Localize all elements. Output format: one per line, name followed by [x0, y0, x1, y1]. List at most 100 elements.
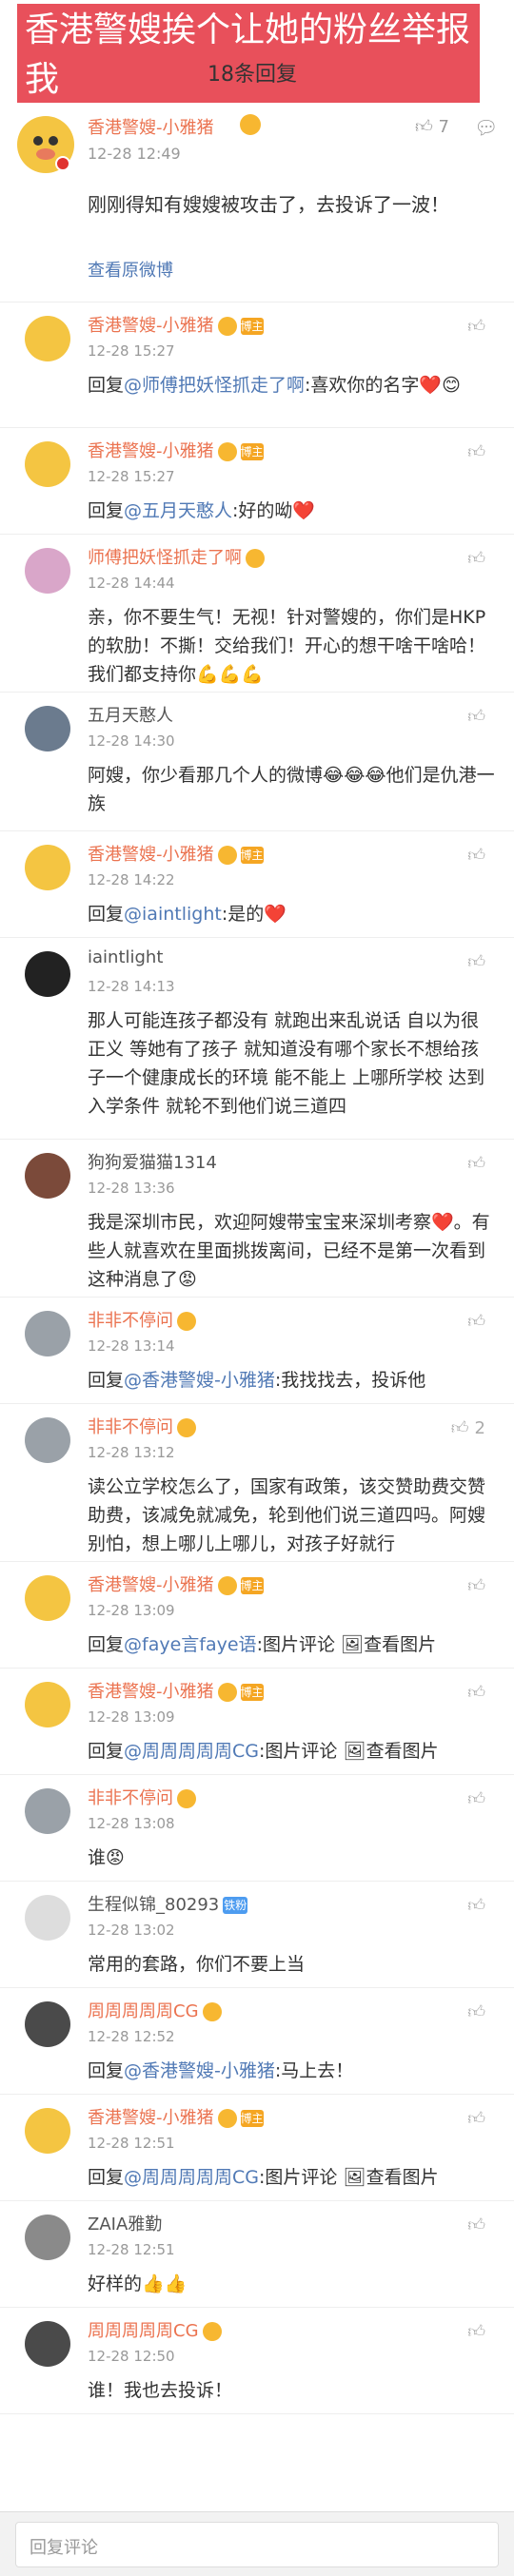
mention-link[interactable]: @周周周周周CG: [124, 2167, 259, 2188]
comment-time: 12-28 14:44: [88, 575, 175, 592]
avatar[interactable]: [25, 2001, 70, 2047]
like-button[interactable]: 👍︎: [467, 2215, 485, 2235]
comment-time: 12-28 12:50: [88, 2348, 175, 2365]
like-button[interactable]: 👍︎: [467, 1788, 485, 1809]
comment-item[interactable]: 香港警嫂-小雅猪 博主 12-28 15:27 👍︎ 回复@五月天憨人:好的呦❤️: [0, 428, 514, 535]
avatar[interactable]: [25, 1153, 70, 1199]
like-button[interactable]: 👍︎ 7: [415, 116, 449, 137]
avatar[interactable]: [25, 845, 70, 890]
comment-item[interactable]: 五月天憨人 12-28 14:30 👍︎ 阿嫂，你少看那几个人的微博😂😂😂他们是仇港一…: [0, 693, 514, 831]
like-button[interactable]: 👍︎: [467, 845, 485, 866]
avatar[interactable]: [25, 548, 70, 594]
author-badge: 博主: [240, 1684, 264, 1701]
comment-author[interactable]: 非非不停问: [88, 1785, 196, 1809]
comment-body: :马上去！: [274, 2060, 354, 2081]
comment-author[interactable]: 五月天憨人: [88, 702, 173, 727]
comment-author[interactable]: 生程似锦_80293 铁粉: [88, 1891, 248, 1916]
mention-link[interactable]: @师傅把妖怪抓走了啊: [124, 375, 305, 396]
comment-author[interactable]: 非非不停问: [88, 1307, 196, 1332]
like-button[interactable]: 👍︎: [467, 441, 485, 462]
comment-item[interactable]: 香港警嫂-小雅猪 博主 12-28 14:22 👍︎ 回复@iaintlight:是的❤…: [0, 831, 514, 938]
comment-item[interactable]: 非非不停问 12-28 13:08 👍︎ 谁😡: [0, 1775, 514, 1882]
comment-author-label: 周周周周周CG: [88, 2321, 199, 2341]
like-button[interactable]: 👍︎: [467, 1311, 485, 1332]
avatar[interactable]: [25, 1311, 70, 1356]
like-button[interactable]: 👍︎: [467, 2321, 485, 2342]
comment-author[interactable]: 香港警嫂-小雅猪 博主: [88, 841, 264, 866]
mention-link[interactable]: @香港警嫂-小雅猪: [124, 1370, 275, 1391]
like-button[interactable]: 👍︎: [467, 1895, 485, 1916]
comment-body: :图片评论 🖼查看图片: [259, 2167, 439, 2188]
comment-body: 常用的套路，你们不要上当: [88, 1954, 306, 1975]
avatar[interactable]: [25, 706, 70, 751]
comment-item[interactable]: 狗狗爱猫猫1314 12-28 13:36 👍︎ 我是深圳市民，欢迎阿嫂带宝宝来深圳考…: [0, 1140, 514, 1298]
comment-body: 读公立学校怎么了，国家有政策，该交赞助费交赞助费，该减免就减免，轮到他们说三道四…: [88, 1476, 486, 1554]
reply-prefix: 回复: [88, 1741, 125, 1762]
author-badge: 博主: [240, 443, 264, 460]
comment-author[interactable]: 非非不停问: [88, 1414, 196, 1438]
comment-item[interactable]: ZAIA雅勤 12-28 12:51 👍︎ 好样的👍👍: [0, 2201, 514, 2308]
comment-author[interactable]: iaintlight: [88, 947, 163, 967]
post-author[interactable]: 香港警嫂-小雅猪: [88, 114, 214, 139]
like-button[interactable]: 👍︎: [467, 2001, 485, 2022]
mention-link[interactable]: @周周周周周CG: [124, 1741, 259, 1762]
like-button[interactable]: 👍︎ 2: [451, 1417, 485, 1438]
thumbs-up-icon: 👍︎: [467, 1896, 485, 1916]
comment-author[interactable]: 周周周周周CG: [88, 2317, 222, 2342]
avatar[interactable]: [25, 441, 70, 487]
comment-item[interactable]: iaintlight 12-28 14:13 👍︎ 那人可能连孩子都没有 就跑出来乱说…: [0, 938, 514, 1140]
avatar[interactable]: [25, 1417, 70, 1463]
comment-item[interactable]: 非非不停问 12-28 13:12 👍︎ 2 读公立学校怎么了，国家有政策，该交赞助费交…: [0, 1404, 514, 1562]
comment-author[interactable]: 香港警嫂-小雅猪 博主: [88, 1678, 264, 1703]
avatar[interactable]: [25, 1575, 70, 1621]
comment-icon[interactable]: 💬︎: [474, 116, 498, 139]
comment-item[interactable]: 周周周周周CG 12-28 12:52 👍︎ 回复@香港警嫂-小雅猪:马上去！: [0, 1988, 514, 2095]
comment-body: :是的❤️: [221, 904, 287, 925]
like-button[interactable]: 👍︎: [467, 1575, 485, 1596]
like-button[interactable]: 👍︎: [467, 316, 485, 337]
like-button[interactable]: 👍︎: [467, 548, 485, 569]
comment-item[interactable]: 周周周周周CG 12-28 12:50 👍︎ 谁！我也去投诉！: [0, 2308, 514, 2414]
comment-item[interactable]: 香港警嫂-小雅猪 博主 12-28 12:51 👍︎ 回复@周周周周周CG:图片评论 🖼…: [0, 2095, 514, 2201]
comment-author[interactable]: 香港警嫂-小雅猪 博主: [88, 312, 264, 337]
comment-author[interactable]: 香港警嫂-小雅猪 博主: [88, 2104, 264, 2129]
comment-item[interactable]: 师傅把妖怪抓走了啊 12-28 14:44 👍︎ 亲，你不要生气！无视！针对警嫂的，你…: [0, 535, 514, 693]
like-button[interactable]: 👍︎: [467, 1153, 485, 1174]
comment-item[interactable]: 香港警嫂-小雅猪 博主 12-28 13:09 👍︎ 回复@faye言faye语:图片评…: [0, 1562, 514, 1669]
comment-item[interactable]: 香港警嫂-小雅猪 博主 12-28 13:09 👍︎ 回复@周周周周周CG:图片评论 🖼…: [0, 1669, 514, 1775]
comment-author[interactable]: ZAIA雅勤: [88, 2211, 162, 2235]
like-button[interactable]: 👍︎: [467, 951, 485, 972]
avatar[interactable]: [25, 951, 70, 997]
reply-input[interactable]: 回复评论: [15, 2522, 499, 2567]
comment-body: :喜欢你的名字❤️😊: [305, 375, 461, 396]
comment-time: 12-28 12:52: [88, 2028, 175, 2045]
mention-link[interactable]: @五月天憨人: [124, 500, 232, 521]
mention-link[interactable]: @iaintlight: [124, 904, 222, 925]
avatar[interactable]: [17, 116, 74, 173]
like-button[interactable]: 👍︎: [467, 1682, 485, 1703]
comment-item[interactable]: 生程似锦_80293 铁粉 12-28 13:02 👍︎ 常用的套路，你们不要上当: [0, 1882, 514, 1988]
comment-author[interactable]: 师傅把妖怪抓走了啊: [88, 544, 265, 569]
comment-item[interactable]: 非非不停问 12-28 13:14 👍︎ 回复@香港警嫂-小雅猪:我找找去，投诉他: [0, 1298, 514, 1404]
comment-author[interactable]: 周周周周周CG: [88, 1998, 222, 2022]
comment-time: 12-28 15:27: [88, 468, 175, 485]
comment-author-label: 周周周周周CG: [88, 2001, 199, 2021]
avatar[interactable]: [25, 316, 70, 361]
avatar[interactable]: [25, 2108, 70, 2154]
comment-author[interactable]: 香港警嫂-小雅猪 博主: [88, 1571, 264, 1596]
like-button[interactable]: 👍︎: [467, 2108, 485, 2129]
avatar[interactable]: [25, 1788, 70, 1834]
view-original-link[interactable]: 查看原微博: [88, 257, 173, 282]
comment-time: 12-28 13:12: [88, 1444, 175, 1461]
mention-link[interactable]: @faye言faye语: [124, 1634, 257, 1655]
comment-author[interactable]: 狗狗爱猫猫1314: [88, 1149, 217, 1174]
avatar[interactable]: [25, 2215, 70, 2260]
comment-item[interactable]: 香港警嫂-小雅猪 博主 12-28 15:27 👍︎ 回复@师傅把妖怪抓走了啊:喜欢你的…: [0, 302, 514, 428]
mention-link[interactable]: @香港警嫂-小雅猪: [124, 2060, 275, 2081]
avatar[interactable]: [25, 1895, 70, 1941]
avatar[interactable]: [25, 2321, 70, 2367]
avatar[interactable]: [25, 1682, 70, 1727]
comment-author[interactable]: 香港警嫂-小雅猪 博主: [88, 438, 264, 462]
like-button[interactable]: 👍︎: [467, 706, 485, 727]
reply-prefix: 回复: [88, 500, 125, 521]
